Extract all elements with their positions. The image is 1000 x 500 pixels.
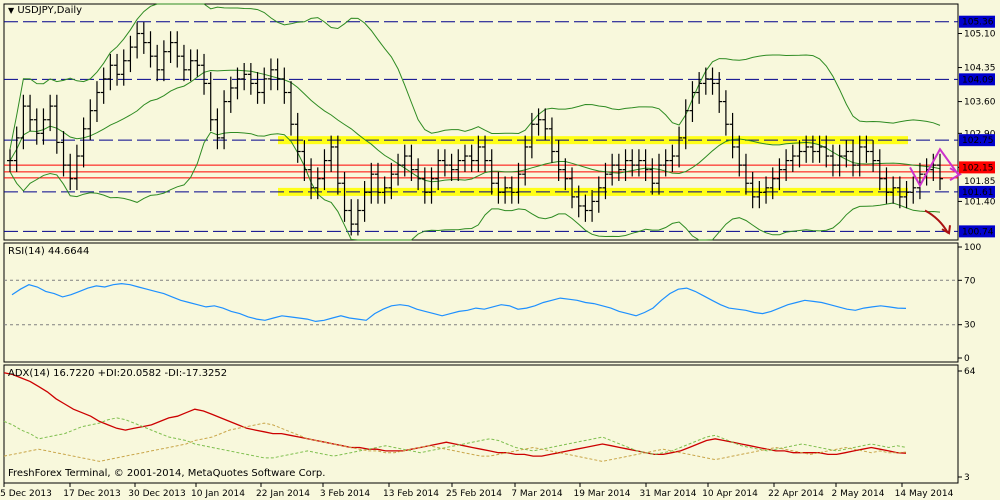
- price-tag-label: 101.85: [964, 177, 996, 187]
- x-tick-label: 10 Jan 2014: [191, 489, 245, 499]
- x-tick-label: 22 Apr 2014: [768, 489, 824, 499]
- footer-copyright: FreshForex Terminal, © 2001-2014, MetaQu…: [8, 468, 326, 479]
- chart-window: 105.10104.35103.60102.90102.15101.40105.…: [0, 0, 1000, 500]
- title-label: ▼ USDJPY,Daily: [8, 5, 82, 16]
- x-tick-label: 31 Mar 2014: [639, 489, 696, 499]
- x-tick-label: 19 Mar 2014: [573, 489, 630, 499]
- adx-y-tick-label: 64: [964, 367, 976, 377]
- y-tick-label: 103.60: [964, 98, 996, 108]
- panel-frame: [3, 242, 959, 363]
- price-tag-label: 100.74: [962, 227, 994, 237]
- x-tick-label: 7 Mar 2014: [511, 489, 563, 499]
- rsi-y-tick-label: 100: [964, 243, 981, 253]
- x-tick-label: 13 Feb 2014: [383, 489, 439, 499]
- adx-y-tick-label: 3: [964, 473, 970, 483]
- rsi-label: RSI(14) 44.6644: [8, 246, 90, 257]
- price-tag-label: 101.61: [962, 188, 994, 198]
- symbol-title: USDJPY,Daily: [17, 5, 83, 16]
- panel-frame: [3, 3, 959, 241]
- x-tick-label: 22 Jan 2014: [256, 489, 310, 499]
- x-tick-label: 10 Apr 2014: [702, 489, 758, 499]
- x-tick-label: 25 Feb 2014: [446, 489, 502, 499]
- price-tag-label: 104.09: [962, 75, 994, 85]
- chart-canvas: 105.10104.35103.60102.90102.15101.40105.…: [0, 3, 996, 499]
- x-tick-label: 3 Feb 2014: [320, 489, 371, 499]
- x-tick-label: 17 Dec 2013: [63, 489, 121, 499]
- y-tick-label: 105.10: [964, 30, 996, 40]
- rsi-y-tick-label: 0: [964, 354, 970, 364]
- x-tick-label: 14 May 2014: [895, 489, 954, 499]
- adx-label: ADX(14) 16.7220 +DI:20.0582 -DI:-17.3252: [8, 368, 228, 379]
- price-tag-label: 102.75: [962, 136, 994, 146]
- price-tag-label: 102.15: [962, 163, 994, 173]
- x-tick-label: 5 Dec 2013: [0, 489, 52, 499]
- x-tick-label: 30 Dec 2013: [128, 489, 186, 499]
- y-tick-label: 104.35: [964, 64, 996, 74]
- x-tick-label: 2 May 2014: [832, 489, 885, 499]
- rsi-y-tick-label: 70: [964, 276, 976, 286]
- y-tick-label: 101.40: [964, 197, 996, 207]
- rsi-y-tick-label: 30: [964, 321, 976, 331]
- price-tag-label: 105.36: [962, 18, 994, 28]
- panel-frame: [3, 364, 959, 484]
- dropdown-arrow-icon[interactable]: ▼: [8, 6, 14, 15]
